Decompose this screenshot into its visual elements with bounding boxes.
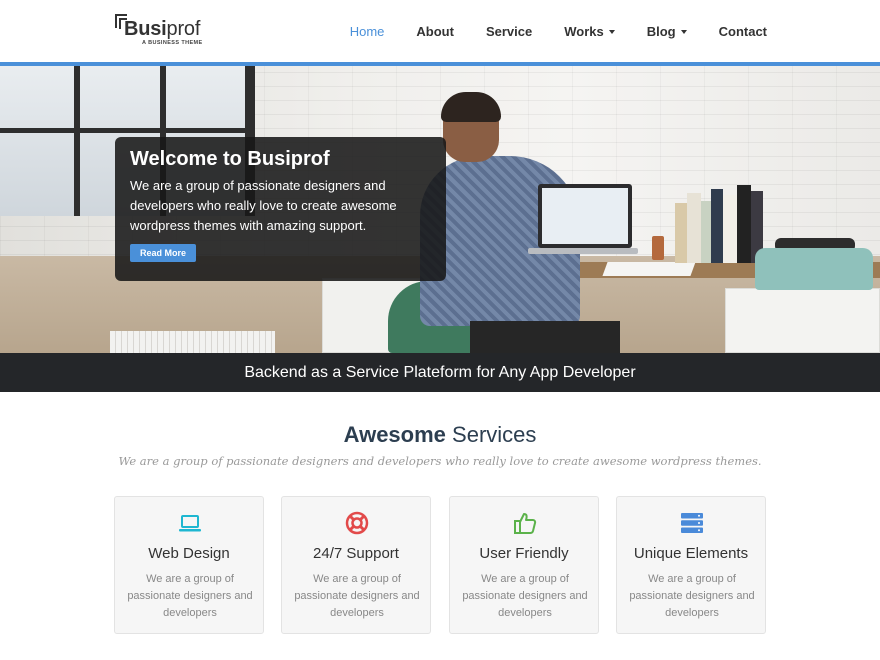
service-card-web-design[interactable]: Web Design We are a group of passionate … <box>114 496 264 634</box>
card-title: Unique Elements <box>633 545 749 562</box>
card-text: We are a group of passionate designers a… <box>462 573 588 619</box>
hero-title: Welcome to Busiprof <box>130 148 330 170</box>
service-card-unique-elements[interactable]: Unique Elements We are a group of passio… <box>616 496 766 634</box>
site-header: Busiprof A BUSINESS THEME Home About Ser… <box>0 0 880 62</box>
life-ring-icon <box>345 511 369 535</box>
thumbs-up-icon <box>513 511 537 535</box>
caret-down-icon <box>680 29 687 34</box>
hero-slider: Welcome to Busiprof We are a group of pa… <box>0 66 880 353</box>
tagline-strip: Backend as a Service Plateform for Any A… <box>0 353 880 392</box>
services-title: Awesome Services <box>343 422 537 447</box>
service-card-support[interactable]: 24/7 Support We are a group of passionat… <box>281 496 431 634</box>
nav-item-blog[interactable]: Blog <box>647 24 687 39</box>
read-more-button[interactable]: Read More <box>130 244 197 262</box>
server-icon <box>680 511 704 535</box>
card-text: We are a group of passionate designers a… <box>629 573 755 619</box>
nav-item-service[interactable]: Service <box>486 24 532 39</box>
card-title: 24/7 Support <box>313 545 399 562</box>
logo-tagline: A BUSINESS THEME <box>142 40 203 46</box>
caret-down-icon <box>608 29 615 34</box>
hero-caption: Welcome to Busiprof We are a group of pa… <box>115 137 446 281</box>
nav-item-contact[interactable]: Contact <box>719 24 767 39</box>
card-text: We are a group of passionate designers a… <box>127 573 253 619</box>
services-subtitle: We are a group of passionate designers a… <box>118 454 762 468</box>
service-card-user-friendly[interactable]: User Friendly We are a group of passiona… <box>449 496 599 634</box>
card-text: We are a group of passionate designers a… <box>294 573 420 619</box>
card-title: Web Design <box>148 545 230 562</box>
logo-text: Busiprof <box>124 18 201 40</box>
nav-item-about[interactable]: About <box>416 24 454 39</box>
laptop-icon <box>178 511 202 535</box>
hero-text: We are a group of passionate designers a… <box>130 178 397 233</box>
site-logo[interactable]: Busiprof A BUSINESS THEME <box>115 13 205 49</box>
main-nav: Home About Service Works Blog Contact <box>318 0 767 62</box>
nav-item-works[interactable]: Works <box>564 24 615 39</box>
nav-item-home[interactable]: Home <box>350 24 385 39</box>
card-title: User Friendly <box>479 545 569 562</box>
